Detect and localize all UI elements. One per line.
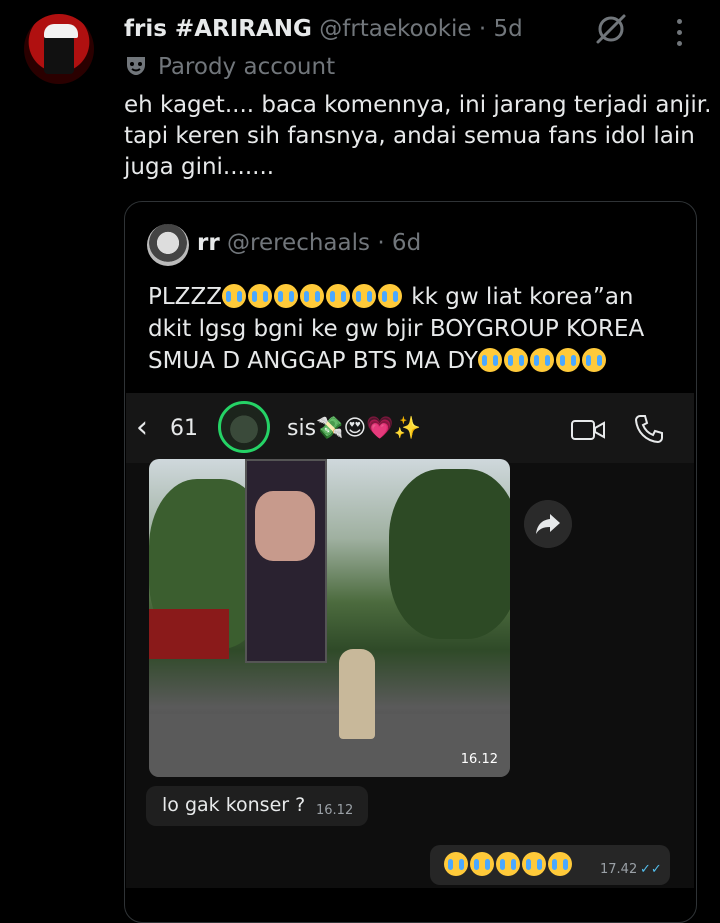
quoted-time[interactable]: · 6d: [377, 230, 421, 256]
display-name[interactable]: fris #ARIRANG: [124, 16, 312, 42]
back-icon[interactable]: ‹: [136, 412, 148, 444]
quoted-line: dkit lgsg bgni ke gw bjir BOYGROUP KOREA: [148, 316, 645, 342]
quoted-text: PLZZZ kk gw liat korea”an dkit lgsg bgni…: [148, 281, 688, 377]
quoted-line: SMUA D ANGGAP BTS MA DY: [148, 345, 688, 377]
tweet-line: eh kaget.... baca komennya, ini jarang t…: [124, 92, 712, 118]
tweet-text: eh kaget.... baca komennya, ini jarang t…: [124, 90, 712, 183]
outgoing-emojis: [444, 852, 574, 876]
more-icon[interactable]: [672, 16, 686, 46]
grok-icon[interactable]: [594, 12, 628, 46]
forward-icon[interactable]: [524, 500, 572, 548]
user-avatar[interactable]: [24, 14, 94, 84]
quoted-display-name[interactable]: rr: [197, 230, 220, 256]
user-handle[interactable]: @frtaekookie: [319, 16, 471, 42]
tweet-time[interactable]: · 5d: [479, 16, 523, 42]
read-receipt-icon: ✓✓: [640, 862, 662, 877]
quoted-handle[interactable]: @rerechaals: [227, 230, 370, 256]
video-call-icon[interactable]: [570, 418, 606, 442]
outgoing-message-time: 17.42: [600, 862, 638, 877]
photo-timestamp: 16.12: [460, 752, 498, 767]
quoted-avatar[interactable]: [147, 224, 189, 266]
tweet-line: tapi keren sih fansnya, andai semua fans…: [124, 123, 695, 149]
contact-avatar[interactable]: [218, 401, 270, 453]
incoming-message-time: 16.12: [316, 803, 354, 818]
parody-mask-icon: [127, 57, 145, 75]
unread-count: 61: [170, 416, 198, 441]
parody-label: Parody account: [124, 52, 335, 82]
quoted-line: PLZZZ kk gw liat korea”an: [148, 284, 634, 310]
quoted-header: rr @rerechaals · 6d: [197, 228, 421, 258]
tweet-line: juga gini.......: [124, 154, 275, 180]
tweet-header: fris #ARIRANG @frtaekookie · 5d: [124, 14, 523, 44]
parody-text: Parody account: [158, 54, 336, 80]
shared-photo[interactable]: 16.12: [149, 459, 510, 777]
contact-name[interactable]: sis💸😍💗✨: [287, 415, 421, 443]
incoming-message-text: lo gak konser ?: [162, 794, 306, 816]
phone-icon[interactable]: [632, 412, 666, 446]
